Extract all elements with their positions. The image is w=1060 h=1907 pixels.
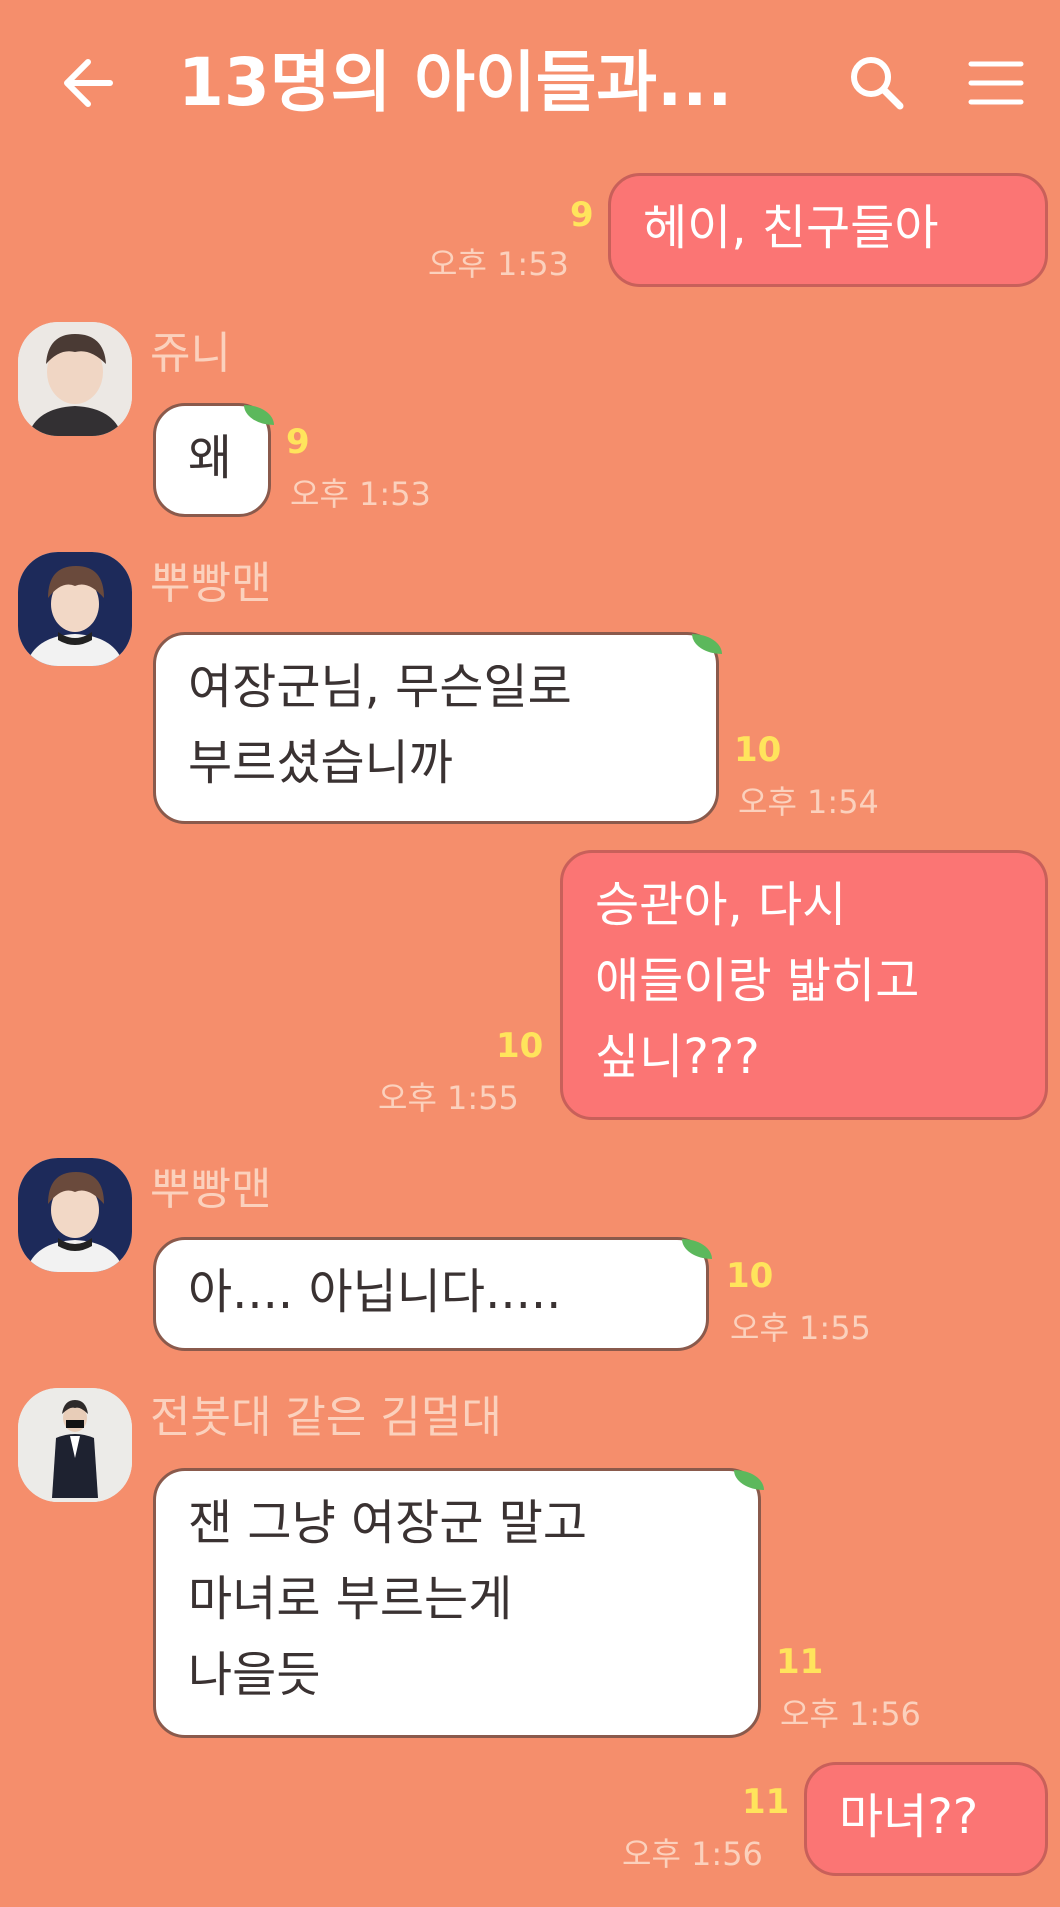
sender-name: 전봇대 같은 김멀대 xyxy=(150,1392,502,1443)
unread-count: 10 xyxy=(734,730,782,770)
my-message-bubble[interactable]: 마녀?? xyxy=(804,1762,1048,1876)
message-time: 오후 1:56 xyxy=(622,1835,763,1873)
avatar[interactable] xyxy=(18,1388,132,1502)
sender-name: 쥬니 xyxy=(150,328,231,379)
avatar[interactable] xyxy=(18,552,132,666)
unread-count: 9 xyxy=(570,195,594,235)
message-time: 오후 1:53 xyxy=(428,245,569,283)
avatar[interactable] xyxy=(18,1158,132,1272)
message-text-line: 애들이랑 밟히고 xyxy=(595,953,920,1009)
message-bubble[interactable]: 왜 xyxy=(153,403,271,517)
my-message-bubble[interactable]: 승관아, 다시 애들이랑 밟히고 싶니??? xyxy=(560,850,1048,1120)
message-time: 오후 1:55 xyxy=(378,1079,519,1117)
sender-name: 뿌빵맨 xyxy=(150,1164,272,1215)
message-text-line: 잰 그냥 여장군 말고 xyxy=(188,1495,588,1551)
unread-count: 11 xyxy=(742,1782,790,1822)
message-bubble[interactable]: 잰 그냥 여장군 말고 마녀로 부르는게 나을듯 xyxy=(153,1468,761,1738)
sender-name: 뿌빵맨 xyxy=(150,558,272,609)
chat-header: 13명의 아이들과... xyxy=(0,0,1060,165)
message-text-line: 부르셨습니까 xyxy=(188,735,453,791)
avatar[interactable] xyxy=(18,322,132,436)
message-text-line: 승관아, 다시 xyxy=(595,877,847,933)
my-message-bubble[interactable]: 헤이, 친구들아 xyxy=(608,173,1048,287)
message-time: 오후 1:56 xyxy=(780,1695,921,1733)
message-time: 오후 1:53 xyxy=(290,475,431,513)
message-bubble[interactable]: 여장군님, 무슨일로 부르셨습니까 xyxy=(153,632,719,824)
hamburger-menu-icon[interactable] xyxy=(968,58,1024,108)
arrow-left-icon[interactable] xyxy=(58,50,118,116)
chat-room-title: 13명의 아이들과... xyxy=(178,44,733,121)
message-text-line: 여장군님, 무슨일로 xyxy=(188,659,572,715)
message-text-line: 나을듯 xyxy=(188,1647,321,1703)
unread-count: 11 xyxy=(776,1642,824,1682)
search-icon[interactable] xyxy=(846,52,906,112)
message-time: 오후 1:54 xyxy=(738,783,879,821)
unread-count: 10 xyxy=(726,1256,774,1296)
message-text: 아.... 아닙니다..... xyxy=(188,1264,562,1320)
message-text: 마녀?? xyxy=(839,1789,979,1845)
message-time: 오후 1:55 xyxy=(730,1309,871,1347)
message-text-line: 마녀로 부르는게 xyxy=(188,1571,513,1627)
message-bubble[interactable]: 아.... 아닙니다..... xyxy=(153,1237,709,1351)
message-text: 왜 xyxy=(188,430,233,486)
unread-count: 10 xyxy=(496,1026,544,1066)
unread-count: 9 xyxy=(286,422,310,462)
message-text-line: 싶니??? xyxy=(595,1029,760,1085)
message-text: 헤이, 친구들아 xyxy=(643,200,939,256)
